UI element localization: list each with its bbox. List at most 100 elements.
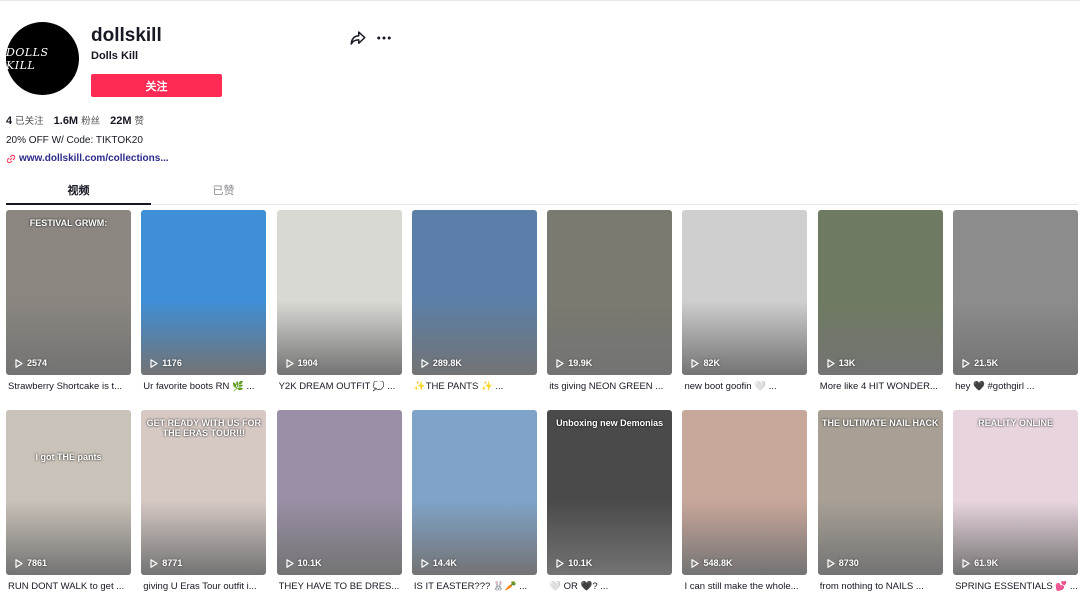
video-thumbnail[interactable]: 10.1K	[276, 410, 402, 575]
profile-tabs: 视频 已赞	[6, 178, 1078, 205]
video-thumbnail[interactable]: 19.9K	[547, 210, 673, 375]
view-count: 14.4K	[421, 558, 457, 568]
video-card[interactable]: 82K new boot goofin 🤍 ...	[682, 210, 808, 410]
view-count-text: 1176	[162, 358, 182, 368]
video-thumbnail[interactable]: 14.4K	[411, 410, 537, 575]
video-thumbnail[interactable]: 21.5K	[953, 210, 1079, 375]
likes-stat: 22M 赞	[110, 113, 144, 127]
video-caption[interactable]: More like 4 HIT WONDER...	[820, 381, 943, 392]
play-icon	[827, 558, 835, 568]
play-icon	[150, 558, 158, 568]
thumbnail-overlay-text: Unboxing new Demonias	[556, 418, 664, 428]
video-caption[interactable]: RUN DONT WALK to get ...	[8, 581, 131, 592]
video-card[interactable]: Unboxing new Demonias 10.1K 🤍 OR 🖤? ...	[547, 410, 673, 599]
view-count-text: 1904	[297, 358, 318, 368]
video-thumbnail[interactable]: REALITY ONLINE 61.9K	[953, 410, 1079, 575]
video-caption[interactable]: IS IT EASTER??? 🐰🥕 ...	[414, 581, 537, 592]
video-card[interactable]: 10.1K THEY HAVE TO BE DRES...	[276, 410, 402, 599]
video-caption[interactable]: Ur favorite boots RN 🌿 ...	[143, 381, 266, 392]
thumbnail-overlay-text: THE ULTIMATE NAIL HACK	[822, 418, 939, 428]
video-card[interactable]: 13K More like 4 HIT WONDER...	[817, 210, 943, 410]
tab-videos[interactable]: 视频	[6, 178, 151, 205]
more-options-icon[interactable]	[375, 29, 393, 47]
followers-label: 粉丝	[81, 116, 101, 127]
video-caption[interactable]: I can still make the whole...	[684, 581, 807, 592]
tab-liked[interactable]: 已赞	[151, 178, 296, 205]
bio-link[interactable]: www.dollskill.com/collections...	[6, 153, 169, 164]
play-icon	[827, 358, 835, 368]
view-count: 8771	[150, 558, 182, 568]
video-grid: FESTIVAL GRWM: 2574 Strawberry Shortcake i…	[6, 210, 1079, 599]
video-thumbnail[interactable]: GET READY WITH US FOR THE ERAS TOUR!!! 87…	[141, 410, 267, 575]
video-thumbnail[interactable]: 1904	[276, 210, 402, 375]
followers-stat[interactable]: 1.6M 粉丝	[54, 113, 100, 127]
video-thumbnail[interactable]: 82K	[682, 210, 808, 375]
view-count: 7861	[15, 558, 47, 568]
play-icon	[962, 358, 970, 368]
avatar[interactable]: DOLLS KILL	[6, 22, 79, 95]
view-count-text: 289.8K	[432, 358, 462, 368]
view-count-text: 14.4K	[432, 558, 457, 568]
video-thumbnail[interactable]: 548.8K	[682, 410, 808, 575]
view-count-text: 19.9K	[568, 358, 593, 368]
video-thumbnail[interactable]: 1176	[141, 210, 267, 375]
video-thumbnail[interactable]: FESTIVAL GRWM: 2574	[6, 210, 131, 375]
video-caption[interactable]: Strawberry Shortcake is t...	[8, 381, 131, 392]
video-caption[interactable]: its giving NEON GREEN ...	[549, 381, 672, 392]
video-caption[interactable]: giving U Eras Tour outfit i...	[143, 581, 266, 592]
view-count: 1176	[150, 358, 182, 368]
video-thumbnail[interactable]: 289.8K	[411, 210, 537, 375]
video-caption[interactable]: from nothing to NAILS ...	[820, 581, 943, 592]
video-caption[interactable]: Y2K DREAM OUTFIT 💭 ...	[279, 381, 402, 392]
view-count: 2574	[15, 358, 47, 368]
likes-count: 22M	[110, 115, 132, 127]
video-card[interactable]: 1904 Y2K DREAM OUTFIT 💭 ...	[276, 210, 402, 410]
video-thumbnail[interactable]: i got THE pants 7861	[6, 410, 131, 575]
play-icon	[421, 358, 429, 368]
followers-count: 1.6M	[53, 115, 79, 127]
view-count-text: 10.1K	[297, 558, 322, 568]
view-count-text: 8771	[162, 558, 183, 568]
share-icon[interactable]	[349, 29, 367, 47]
view-count-text: 13K	[838, 358, 856, 368]
play-icon	[15, 358, 23, 368]
video-card[interactable]: REALITY ONLINE 61.9K SPRING ESSENTIALS 💕 .…	[953, 410, 1079, 599]
video-card[interactable]: 21.5K hey 🖤 #gothgirl ...	[953, 210, 1079, 410]
video-thumbnail[interactable]: THE ULTIMATE NAIL HACK 8730	[817, 410, 943, 575]
view-count-text: 548.8K	[703, 558, 733, 568]
video-thumbnail[interactable]: Unboxing new Demonias 10.1K	[547, 410, 673, 575]
video-card[interactable]: 1176 Ur favorite boots RN 🌿 ...	[141, 210, 267, 410]
video-caption[interactable]: THEY HAVE TO BE DRES...	[279, 581, 402, 592]
video-caption[interactable]: new boot goofin 🤍 ...	[684, 381, 807, 392]
video-card[interactable]: THE ULTIMATE NAIL HACK 8730 from nothing t…	[817, 410, 943, 599]
view-count-text: 21.5K	[974, 358, 999, 368]
avatar-logo-text: DOLLS KILL	[6, 45, 49, 72]
play-icon	[150, 358, 158, 368]
view-count: 21.5K	[962, 358, 998, 368]
video-card[interactable]: GET READY WITH US FOR THE ERAS TOUR!!! 87…	[141, 410, 267, 599]
video-card[interactable]: 19.9K its giving NEON GREEN ...	[547, 210, 673, 410]
view-count: 13K	[827, 358, 856, 368]
link-icon	[6, 154, 16, 163]
view-count-text: 2574	[27, 358, 48, 368]
video-card[interactable]: 548.8K I can still make the whole...	[682, 410, 808, 599]
play-icon	[556, 558, 564, 568]
video-caption[interactable]: SPRING ESSENTIALS 💕 ...	[955, 581, 1078, 592]
video-caption[interactable]: hey 🖤 #gothgirl ...	[955, 381, 1078, 392]
video-card[interactable]: i got THE pants 7861 RUN DONT WALK to get …	[6, 410, 131, 599]
video-card[interactable]: 14.4K IS IT EASTER??? 🐰🥕 ...	[411, 410, 537, 599]
play-icon	[556, 358, 564, 368]
following-stat[interactable]: 4 已关注	[6, 113, 44, 127]
follow-button[interactable]: 关注	[91, 74, 222, 97]
video-caption[interactable]: 🤍 OR 🖤? ...	[549, 581, 672, 592]
play-icon	[421, 558, 429, 568]
bio-text: 20% OFF W/ Code: TIKTOK20	[6, 135, 143, 146]
video-caption[interactable]: ✨THE PANTS ✨ ...	[414, 381, 537, 392]
video-card[interactable]: 289.8K ✨THE PANTS ✨ ...	[411, 210, 537, 410]
view-count-text: 8730	[838, 558, 859, 568]
video-card[interactable]: FESTIVAL GRWM: 2574 Strawberry Shortcake i…	[6, 210, 131, 410]
following-label: 已关注	[15, 116, 44, 127]
video-thumbnail[interactable]: 13K	[817, 210, 943, 375]
view-count: 61.9K	[962, 558, 998, 568]
top-divider	[0, 0, 1080, 3]
